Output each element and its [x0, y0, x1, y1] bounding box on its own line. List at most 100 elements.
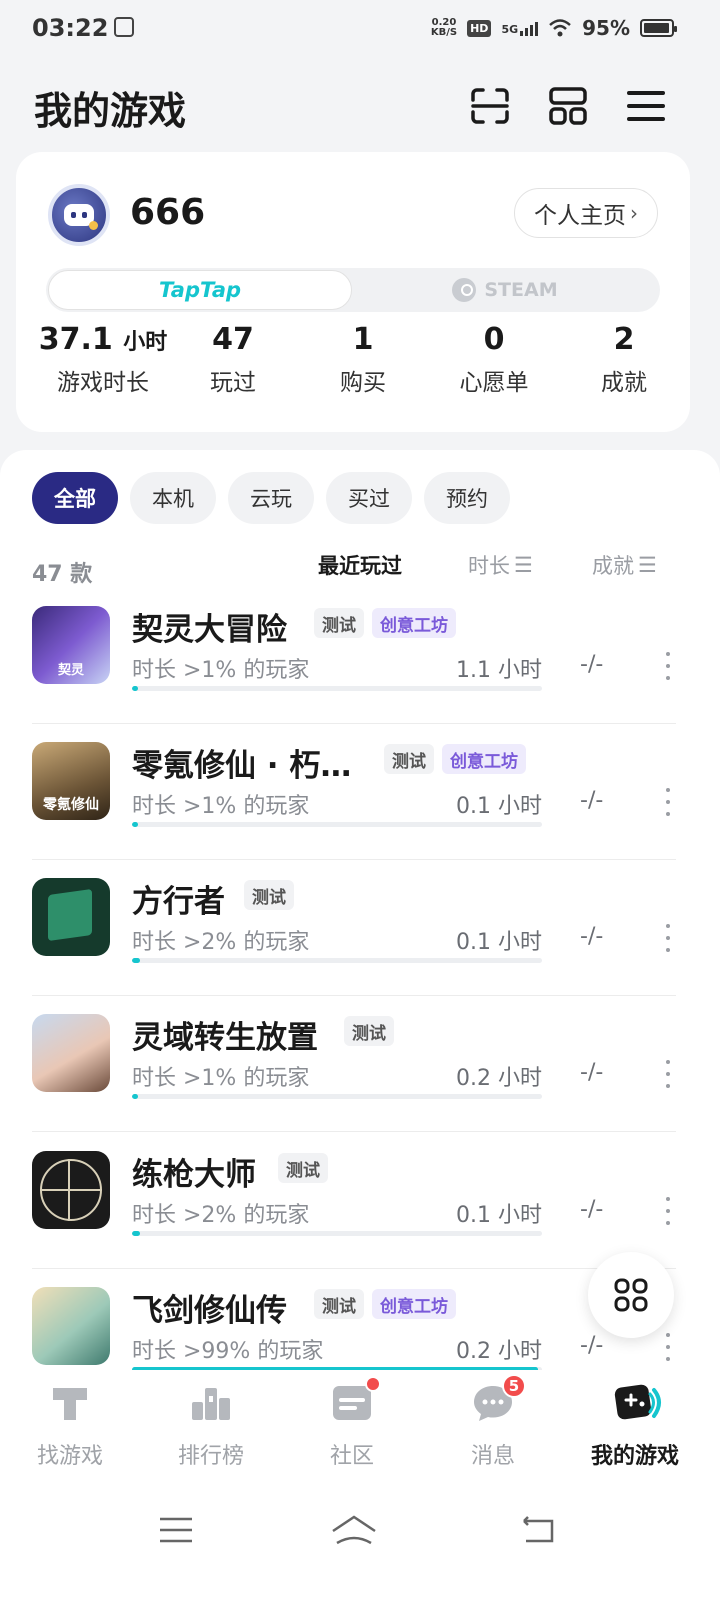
tab-taptap[interactable]: TapTap — [48, 270, 352, 310]
wifi-icon — [549, 19, 571, 37]
game-icon[interactable] — [32, 878, 110, 956]
playtime-progress — [132, 958, 542, 963]
layout-icon[interactable] — [546, 84, 590, 128]
game-name: 练枪大师 — [132, 1157, 256, 1193]
my-games-icon — [612, 1380, 661, 1426]
ranking-icon — [188, 1380, 234, 1426]
test-tag: 测试 — [278, 1153, 328, 1183]
stat-achievements[interactable]: 2 成就 — [559, 322, 689, 397]
playtime-percentile: 时长 >99% 的玩家 — [132, 1339, 324, 1364]
achievement-progress: -/- — [580, 1333, 604, 1358]
game-row[interactable]: 灵域转生放置 测试 时长 >1% 的玩家 0.2 小时 -/- — [32, 996, 676, 1132]
system-back-button[interactable] — [508, 1510, 568, 1550]
grid-icon — [614, 1278, 648, 1312]
achievement-progress: -/- — [580, 652, 604, 677]
playtime-percentile: 时长 >1% 的玩家 — [132, 658, 310, 683]
sort-duration[interactable]: 时长 ☰ — [468, 550, 533, 580]
game-name: 飞剑修仙传 — [132, 1293, 287, 1329]
steam-icon — [452, 278, 477, 302]
playtime-percentile: 时长 >1% 的玩家 — [132, 1066, 310, 1091]
platform-switch: TapTap STEAM — [46, 268, 660, 312]
game-icon[interactable]: 零氪修仙 — [32, 742, 110, 820]
stat-played[interactable]: 47 玩过 — [168, 322, 298, 397]
game-icon[interactable] — [32, 1287, 110, 1365]
battery-percent: 95% — [582, 16, 630, 40]
message-icon: 5 — [470, 1374, 526, 1426]
playtime-hours: 0.1 小时 — [456, 930, 542, 955]
filter-reserved[interactable]: 预约 — [424, 472, 510, 524]
more-options-icon[interactable] — [664, 1197, 672, 1225]
game-count: 47 款 — [32, 562, 93, 587]
playtime-percentile: 时长 >2% 的玩家 — [132, 930, 310, 955]
community-dot — [365, 1376, 381, 1392]
find-game-icon — [47, 1380, 93, 1426]
achievement-progress: -/- — [580, 1197, 604, 1222]
net-speed: 0.20 KB/S — [430, 17, 458, 38]
game-row[interactable]: 契灵 契灵大冒险 测试 创意工坊 时长 >1% 的玩家 1.1 小时 -/- — [32, 588, 676, 724]
game-name: 契灵大冒险 — [132, 612, 287, 648]
status-time: 03:22 — [32, 14, 109, 42]
test-tag: 测试 — [344, 1016, 394, 1046]
test-tag: 测试 — [314, 1289, 364, 1319]
game-name: 零氪修仙 · 朽… — [132, 748, 352, 784]
game-icon[interactable] — [32, 1014, 110, 1092]
workshop-tag: 创意工坊 — [442, 744, 526, 774]
game-name: 灵域转生放置 — [132, 1020, 318, 1056]
system-home-button[interactable] — [324, 1510, 384, 1550]
game-row[interactable]: 方行者 测试 时长 >2% 的玩家 0.1 小时 -/- — [32, 860, 676, 996]
nav-ranking[interactable]: 排行榜 — [141, 1380, 281, 1470]
community-icon — [329, 1376, 381, 1426]
more-options-icon[interactable] — [664, 788, 672, 816]
profile-card: 666 个人主页 › TapTap STEAM 37.1 小时 游戏时长 47 … — [16, 152, 690, 432]
sort-icon: ☰ — [638, 553, 657, 577]
filter-cloud[interactable]: 云玩 — [228, 472, 314, 524]
filter-bought[interactable]: 买过 — [326, 472, 412, 524]
game-row[interactable]: 练枪大师 测试 时长 >2% 的玩家 0.1 小时 -/- — [32, 1133, 676, 1269]
menu-icon[interactable] — [624, 84, 668, 128]
playtime-progress — [132, 1094, 542, 1099]
profile-page-button[interactable]: 个人主页 › — [514, 188, 658, 238]
playtime-progress — [132, 686, 542, 691]
system-menu-button[interactable] — [146, 1510, 206, 1550]
game-row[interactable]: 飞剑修仙传 测试 创意工坊 时长 >99% 的玩家 0.2 小时 -/- — [32, 1269, 676, 1370]
stat-wishlist[interactable]: 0 心愿单 — [429, 322, 559, 397]
nav-messages[interactable]: 5 消息 — [423, 1374, 563, 1470]
test-tag: 测试 — [244, 880, 294, 910]
nav-community[interactable]: 社区 — [282, 1376, 422, 1470]
cellular-icon: 5G — [501, 20, 539, 36]
playtime-hours: 0.1 小时 — [456, 794, 542, 819]
more-options-icon[interactable] — [664, 652, 672, 680]
achievement-progress: -/- — [580, 1060, 604, 1085]
scan-icon[interactable] — [468, 84, 512, 128]
playtime-hours: 0.2 小时 — [456, 1066, 542, 1091]
tab-steam[interactable]: STEAM — [352, 270, 658, 310]
username: 666 — [130, 192, 206, 233]
test-tag: 测试 — [314, 608, 364, 638]
sort-icon: ☰ — [514, 553, 533, 577]
game-icon[interactable]: 契灵 — [32, 606, 110, 684]
nav-find-game[interactable]: 找游戏 — [0, 1380, 140, 1470]
more-options-icon[interactable] — [664, 1060, 672, 1088]
game-row[interactable]: 零氪修仙 零氪修仙 · 朽… 测试 创意工坊 时长 >1% 的玩家 0.1 小时 … — [32, 724, 676, 860]
nav-my-games[interactable]: 我的游戏 — [565, 1380, 705, 1470]
achievement-progress: -/- — [580, 788, 604, 813]
notification-icon — [114, 17, 134, 37]
hd-icon: HD — [467, 19, 492, 37]
page-title: 我的游戏 — [34, 89, 187, 133]
filter-local[interactable]: 本机 — [130, 472, 216, 524]
filter-all[interactable]: 全部 — [32, 472, 118, 524]
avatar[interactable] — [48, 184, 110, 246]
playtime-percentile: 时长 >1% 的玩家 — [132, 794, 310, 819]
more-options-icon[interactable] — [664, 924, 672, 952]
game-icon[interactable] — [32, 1151, 110, 1229]
stat-playtime[interactable]: 37.1 小时 游戏时长 — [38, 322, 168, 397]
quick-menu-button[interactable] — [588, 1252, 674, 1338]
stat-purchased[interactable]: 1 购买 — [298, 322, 428, 397]
playtime-percentile: 时长 >2% 的玩家 — [132, 1203, 310, 1228]
more-options-icon[interactable] — [664, 1333, 672, 1361]
sort-achievement[interactable]: 成就 ☰ — [592, 550, 657, 580]
playtime-hours: 1.1 小时 — [456, 658, 542, 683]
chevron-right-icon: › — [630, 201, 638, 225]
test-tag: 测试 — [384, 744, 434, 774]
sort-recent[interactable]: 最近玩过 — [318, 550, 402, 580]
